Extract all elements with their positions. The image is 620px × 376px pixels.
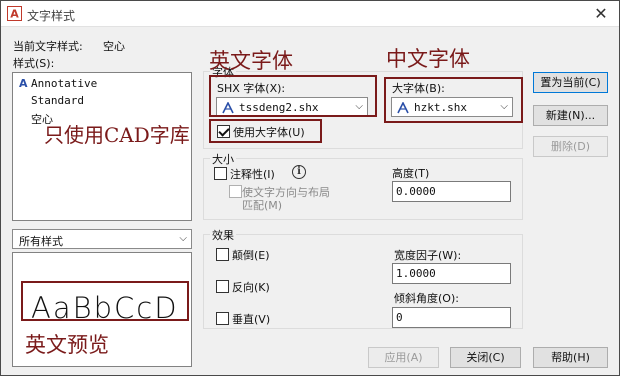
style-filter-select[interactable]: 所有样式 ⌵ (12, 229, 192, 249)
annotation-chinese-font: 中文字体 (386, 47, 470, 71)
set-current-button[interactable]: 置为当前(C) (533, 72, 608, 93)
list-item[interactable]: Standard (31, 94, 84, 107)
match-orientation-checkbox[interactable] (229, 185, 242, 198)
delete-style-button[interactable]: 删除(D) (533, 136, 608, 157)
styles-label: 样式(S): (13, 57, 55, 70)
info-icon[interactable]: i (292, 165, 306, 179)
title-bar: A 文字样式 ✕ (1, 1, 619, 27)
current-style-value: 空心 (103, 40, 125, 53)
style-filter-value: 所有样式 (19, 235, 63, 248)
annotation-english-preview: 英文预览 (25, 333, 109, 357)
apply-button[interactable]: 应用(A) (368, 347, 439, 368)
list-item[interactable]: A Annotative (19, 77, 97, 90)
annotation-box-preview (21, 281, 189, 321)
oblique-angle-label: 倾斜角度(O): (394, 292, 459, 305)
width-factor-label: 宽度因子(W): (394, 249, 462, 262)
svg-text:A: A (10, 8, 19, 21)
height-input[interactable] (392, 181, 511, 202)
width-factor-input-field[interactable] (393, 264, 510, 283)
upside-down-checkbox[interactable] (216, 248, 229, 261)
close-icon[interactable]: ✕ (591, 5, 611, 23)
oblique-angle-input[interactable] (392, 307, 511, 328)
vertical-label: 垂直(V) (232, 313, 271, 326)
match-orientation-label-line2: 匹配(M) (242, 199, 283, 212)
window-title: 文字样式 (27, 9, 76, 23)
vertical-checkbox[interactable] (216, 312, 229, 325)
effects-group-title: 效果 (210, 227, 236, 243)
height-input-field[interactable] (393, 182, 510, 201)
help-button[interactable]: 帮助(H) (533, 347, 608, 368)
close-button[interactable]: 关闭(C) (450, 347, 521, 368)
list-item-label: Standard (31, 94, 84, 107)
annotative-label: 注释性(I) (230, 168, 275, 181)
chevron-down-icon: ⌵ (179, 233, 187, 244)
annotative-icon: A (19, 77, 28, 90)
annotation-cad-only: 只使用CAD字库 (44, 123, 190, 147)
list-item-label: Annotative (31, 77, 98, 90)
annotation-box-bigfont (384, 77, 523, 123)
text-style-app-icon: A (7, 6, 22, 21)
annotation-box-use-bigfont (209, 119, 322, 143)
text-style-dialog: A 文字样式 ✕ 当前文字样式: 空心 样式(S): A Annotative S… (0, 0, 620, 376)
upside-down-label: 颠倒(E) (232, 249, 270, 262)
backwards-label: 反向(K) (232, 281, 270, 294)
width-factor-input[interactable] (392, 263, 511, 284)
size-group-title: 大小 (210, 151, 236, 167)
backwards-checkbox[interactable] (216, 280, 229, 293)
annotation-box-shx-font (209, 75, 377, 117)
oblique-angle-input-field[interactable] (393, 308, 510, 327)
annotation-english-font: 英文字体 (209, 49, 293, 73)
annotative-checkbox[interactable] (214, 167, 227, 180)
new-style-button[interactable]: 新建(N)... (533, 105, 608, 126)
current-style-label: 当前文字样式: (13, 40, 83, 53)
height-label: 高度(T) (392, 167, 430, 180)
